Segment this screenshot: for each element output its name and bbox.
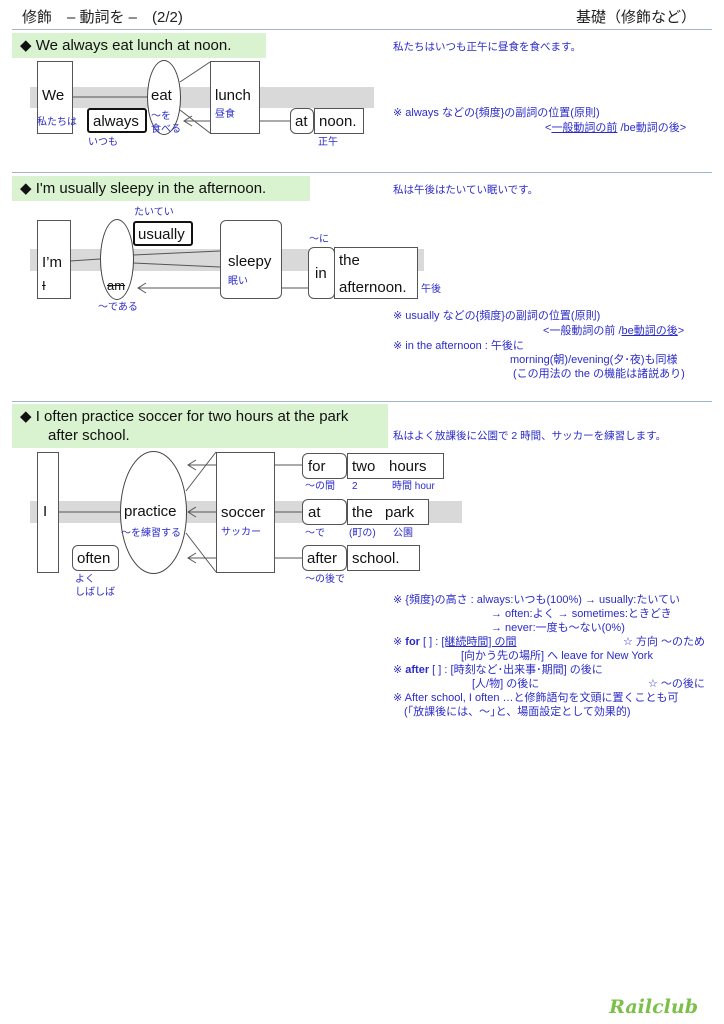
pp3-prep-box: after xyxy=(302,545,347,571)
pp1-object-box: two hours xyxy=(347,453,444,479)
note-3-for-meaning2: [向かう先の場所] へ leave for New York xyxy=(461,650,653,662)
pp3-noun-word: school. xyxy=(352,550,400,567)
note-3-tip1: ※ After school, I often …と修飾語句を文頭に置くことも可 xyxy=(393,692,679,704)
railclub-logo: Railclub xyxy=(609,996,698,1018)
pp2-noun-gloss: 公園 xyxy=(393,528,413,539)
note-3-for: ※ for [ ] : [継続時間] の間 xyxy=(393,636,517,648)
note-3-freq2: → often:よく → sometimes:ときどき xyxy=(491,608,672,620)
object-box: soccer サッカー xyxy=(216,452,275,573)
verb-word: practice xyxy=(124,503,177,520)
pp3-prep-word: after xyxy=(307,550,338,567)
adverb-gloss: よく しばしば xyxy=(75,574,115,598)
pp2-prep-word: at xyxy=(308,504,321,521)
pp2-noun-word: park xyxy=(385,504,415,521)
note-3-after-meaning2: [人/物] の後に xyxy=(472,678,540,690)
adverb-box: often xyxy=(72,545,119,571)
pp1-noun-word: hours xyxy=(389,458,427,475)
pp1-prep-word: for xyxy=(308,458,326,475)
pp3-object-box: school. xyxy=(347,545,420,571)
note-3-freq1: ※ {頻度}の高さ : always:いつも(100%) → usually:た… xyxy=(393,594,681,606)
pp1-noun-gloss: 時間 hour xyxy=(392,481,435,492)
verb-gloss: ～を練習する xyxy=(121,528,181,539)
pp2-mod-gloss: (町の) xyxy=(349,528,376,539)
pp2-prep-gloss: ～で xyxy=(305,528,325,539)
verb-ellipse: practice xyxy=(120,451,187,574)
adverb-word: often xyxy=(77,550,111,567)
subject-box: I xyxy=(37,452,59,573)
pp2-mod-word: the xyxy=(352,504,373,521)
pp1-prep-gloss: ～の間 xyxy=(305,481,335,492)
pp1-prep-box: for xyxy=(302,453,347,479)
note-3-after: ※ after [ ] : [時刻など･出来事･期間] の後に xyxy=(393,664,603,676)
note-3-tip2: (｢放課後には、～｣と、場面設定として効果的) xyxy=(404,706,631,718)
pp1-mod-word: two xyxy=(352,458,376,475)
object-word: soccer xyxy=(221,504,266,521)
object-gloss: サッカー xyxy=(221,527,261,538)
pp3-prep-gloss: ～の後で xyxy=(305,574,345,585)
pp2-prep-box: at xyxy=(302,499,347,525)
subject-word: I xyxy=(43,503,48,520)
note-3-for-star: ☆ 方向 ～のため xyxy=(623,636,705,648)
note-3-freq3: → never:一度も～ない(0%) xyxy=(491,622,625,634)
pp2-object-box: the park xyxy=(347,499,429,525)
pp1-mod-gloss: 2 xyxy=(352,481,358,492)
note-3-after-star: ☆ ～の後に xyxy=(648,678,705,690)
